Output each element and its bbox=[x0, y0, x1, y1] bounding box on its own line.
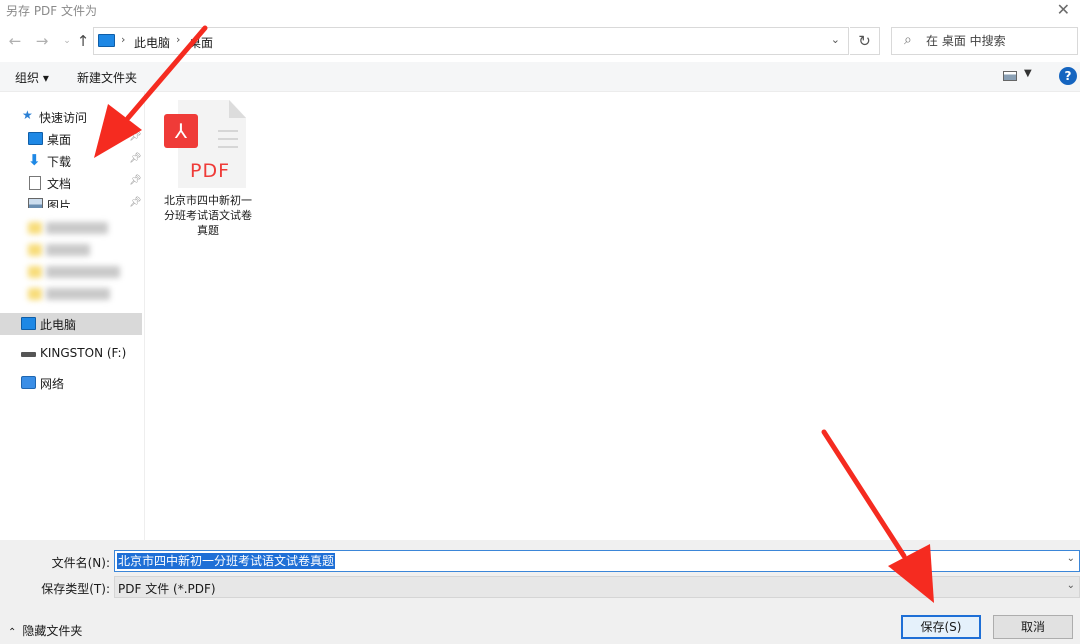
pdf-file-badge: PDF bbox=[190, 160, 231, 182]
this-pc-icon bbox=[98, 34, 115, 47]
nav-item-downloads[interactable]: ⬇ 下载 📌︎ bbox=[0, 150, 142, 172]
redacted-folder-icon bbox=[28, 222, 42, 234]
nav-item-pictures[interactable]: 图片 📌︎ bbox=[0, 194, 142, 208]
address-dropdown-icon[interactable]: ⌄ bbox=[831, 33, 840, 46]
desktop-icon bbox=[28, 132, 43, 145]
this-pc-icon bbox=[21, 317, 36, 330]
pin-icon: 📌︎ bbox=[129, 197, 142, 208]
view-options-icon[interactable] bbox=[1003, 71, 1017, 81]
nav-item-label: 下载 bbox=[47, 155, 72, 169]
close-icon[interactable]: ✕ bbox=[1057, 0, 1070, 20]
pdf-file-icon: ⅄ PDF bbox=[164, 100, 246, 188]
file-name-label: 北京市四中新初一分班考试语文试卷真题 bbox=[164, 194, 252, 237]
help-icon[interactable]: ? bbox=[1059, 67, 1077, 85]
redacted-folder-label bbox=[46, 266, 120, 278]
save-button[interactable]: 保存(S) bbox=[901, 615, 981, 639]
pictures-icon bbox=[28, 198, 43, 208]
filename-dropdown-icon[interactable]: ⌄ bbox=[1067, 553, 1075, 564]
breadcrumb-separator-icon[interactable]: › bbox=[176, 33, 180, 46]
search-input[interactable] bbox=[926, 32, 1066, 50]
pin-icon: 📌︎ bbox=[129, 153, 142, 164]
breadcrumb-this-pc[interactable]: 此电脑 bbox=[134, 34, 170, 51]
filename-value[interactable]: 北京市四中新初一分班考试语文试卷真题 bbox=[117, 553, 336, 569]
nav-item-quick-access[interactable]: ★ 快速访问 bbox=[0, 106, 142, 128]
redacted-folder-label bbox=[46, 222, 108, 234]
nav-item-documents[interactable]: 文档 📌︎ bbox=[0, 172, 142, 194]
nav-item-label: 图片 bbox=[47, 199, 72, 208]
filename-input[interactable]: 北京市四中新初一分班考试语文试卷真题 ⌄ bbox=[114, 550, 1080, 572]
nav-item-desktop[interactable]: 桌面 📌︎ bbox=[0, 128, 142, 150]
filename-label: 文件名(N): bbox=[51, 556, 110, 570]
redacted-folder-label bbox=[46, 288, 110, 300]
file-list[interactable]: ⅄ PDF 北京市四中新初一分班考试语文试卷真题 bbox=[146, 92, 1080, 540]
filetype-label: 保存类型(T): bbox=[41, 582, 110, 596]
nav-item-label: 快速访问 bbox=[39, 111, 88, 125]
nav-item-label: KINGSTON (F:) bbox=[40, 346, 127, 360]
save-form: 文件名(N): 北京市四中新初一分班考试语文试卷真题 ⌄ 保存类型(T): PD… bbox=[0, 540, 1080, 644]
file-item[interactable]: ⅄ PDF 北京市四中新初一分班考试语文试卷真题 bbox=[164, 98, 252, 238]
usb-drive-icon bbox=[21, 352, 36, 357]
search-box[interactable]: ⌕ bbox=[891, 27, 1078, 55]
breadcrumb-desktop[interactable]: 桌面 bbox=[189, 34, 213, 51]
breadcrumb-separator-icon[interactable]: › bbox=[121, 33, 125, 46]
nav-item-this-pc[interactable]: 此电脑 bbox=[0, 313, 142, 335]
filetype-value: PDF 文件 (*.PDF) bbox=[118, 582, 216, 596]
network-icon bbox=[21, 376, 36, 389]
address-row: ← → ⌄ ↑ › 此电脑 › 桌面 ⌄ ↻ ⌕ bbox=[0, 26, 1080, 58]
redacted-folder-icon bbox=[28, 288, 42, 300]
pin-icon: 📌︎ bbox=[129, 131, 142, 142]
star-icon: ★ bbox=[22, 108, 33, 122]
address-bar[interactable]: › 此电脑 › 桌面 ⌄ bbox=[93, 27, 849, 55]
redacted-folder-icon bbox=[28, 266, 42, 278]
nav-item-network[interactable]: 网络 bbox=[0, 372, 142, 394]
window-title: 另存 PDF 文件为 bbox=[6, 4, 98, 18]
command-toolbar: 组织 ▾ 新建文件夹 ▼ ? bbox=[0, 62, 1080, 92]
download-arrow-icon: ⬇ bbox=[28, 151, 41, 169]
redacted-folder-icon bbox=[28, 244, 42, 256]
organize-menu[interactable]: 组织 ▾ bbox=[15, 69, 49, 86]
pin-icon: 📌︎ bbox=[129, 175, 142, 186]
navigation-pane: ★ 快速访问 桌面 📌︎ ⬇ 下载 📌︎ 文档 📌︎ 图片 📌︎ 此电脑 KIN… bbox=[0, 92, 145, 540]
filetype-dropdown-icon[interactable]: ⌄ bbox=[1067, 580, 1075, 591]
view-dropdown-icon[interactable]: ▼ bbox=[1024, 68, 1032, 79]
cancel-button[interactable]: 取消 bbox=[993, 615, 1073, 639]
nav-item-label: 此电脑 bbox=[40, 318, 77, 332]
redacted-folder-label bbox=[46, 244, 90, 256]
nav-item-kingston-drive[interactable]: KINGSTON (F:) bbox=[0, 343, 142, 365]
new-folder-button[interactable]: 新建文件夹 bbox=[77, 69, 137, 86]
title-bar: 另存 PDF 文件为 ✕ bbox=[0, 0, 1080, 22]
up-arrow-icon[interactable]: ↑ bbox=[74, 31, 92, 51]
nav-item-label: 网络 bbox=[40, 377, 65, 391]
hide-folders-toggle[interactable]: ⌃ 隐藏文件夹 bbox=[8, 622, 82, 639]
chevron-up-icon: ⌃ bbox=[8, 627, 17, 638]
nav-item-label: 桌面 bbox=[47, 133, 72, 147]
filetype-select[interactable]: PDF 文件 (*.PDF) ⌄ bbox=[114, 576, 1080, 598]
search-icon: ⌕ bbox=[904, 32, 912, 48]
document-icon bbox=[29, 176, 41, 190]
forward-arrow-icon[interactable]: → bbox=[33, 31, 51, 51]
back-arrow-icon[interactable]: ← bbox=[6, 31, 24, 51]
hide-folders-label: 隐藏文件夹 bbox=[22, 624, 83, 638]
acrobat-logo-icon: ⅄ bbox=[164, 114, 198, 148]
refresh-icon[interactable]: ↻ bbox=[850, 27, 880, 55]
nav-item-label: 文档 bbox=[47, 177, 72, 191]
